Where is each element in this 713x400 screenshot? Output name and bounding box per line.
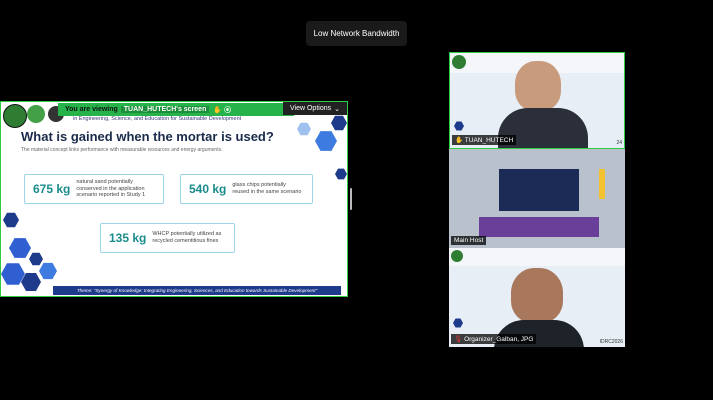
slide-header: in Engineering, Science, and Education f… xyxy=(73,116,242,122)
tile-corner-text: 24 xyxy=(616,140,622,146)
conference-logo xyxy=(451,250,463,262)
hex-decoration xyxy=(39,262,57,280)
hex-decoration xyxy=(315,131,337,151)
network-toast: Low Network Bandwidth xyxy=(306,21,407,46)
mic-muted-icon: 🎙 xyxy=(454,336,463,343)
view-options-button[interactable]: View Options ⌄ xyxy=(283,102,347,115)
viewing-banner: You are viewing TUAN_HUTECH's screen ✋ ⦿ xyxy=(58,103,294,116)
chevron-down-icon: ⌄ xyxy=(334,105,340,113)
participant-name: Organizer_Galban, JPG xyxy=(464,336,534,343)
participant-name: Main Host xyxy=(454,237,484,244)
splitter-handle[interactable] xyxy=(350,188,352,210)
stat-desc: glass chips potentially reused in the sa… xyxy=(232,182,302,195)
stat-card: 540 kg glass chips potentially reused in… xyxy=(180,174,313,204)
tile-corner-text: IDRC2026 xyxy=(599,339,623,345)
tile-banner xyxy=(449,248,625,266)
hex-decoration xyxy=(3,212,19,228)
hand-icon: ✋ xyxy=(455,137,464,144)
stage-screen xyxy=(499,169,579,211)
banner-icons: ✋ ⦿ xyxy=(213,106,232,114)
hex-decoration xyxy=(454,121,464,131)
tile-flag xyxy=(599,169,605,199)
participant-video xyxy=(511,268,563,323)
video-tile-organizer[interactable]: IDRC2026 🎙 Organizer_Galban, JPG xyxy=(449,248,625,347)
conference-logo xyxy=(3,104,27,128)
hex-decoration xyxy=(335,168,347,180)
viewing-prefix: You are viewing xyxy=(65,106,118,113)
participant-label: ✋ TUAN_HUTECH xyxy=(452,135,517,145)
hex-decoration xyxy=(297,122,311,136)
video-tile-main-host[interactable]: Main Host xyxy=(449,149,625,248)
university-logo xyxy=(27,105,45,123)
stat-value: 135 kg xyxy=(109,231,147,245)
slide-title: What is gained when the mortar is used? xyxy=(21,129,274,144)
slide-subtitle: The material concept links performance w… xyxy=(21,147,223,153)
toast-text: Low Network Bandwidth xyxy=(313,29,400,38)
stat-desc: WHCP potentially utilized as recycled ce… xyxy=(152,231,222,244)
stat-card: 675 kg natural sand potentially conserve… xyxy=(24,174,164,204)
conference-logo xyxy=(452,55,466,69)
hex-decoration xyxy=(453,318,463,328)
stage-banner xyxy=(479,217,599,237)
hex-decoration xyxy=(29,252,43,266)
presenter-name: TUAN_HUTECH's screen xyxy=(120,106,210,113)
theme-banner: Theme: "Synergy of Knowledge: Integratin… xyxy=(53,286,341,295)
participant-label: Main Host xyxy=(451,236,487,245)
participant-name: TUAN_HUTECH xyxy=(464,137,514,144)
stat-value: 675 kg xyxy=(33,182,71,196)
stat-card: 135 kg WHCP potentially utilized as recy… xyxy=(100,223,235,253)
shared-screen[interactable]: You are viewing TUAN_HUTECH's screen ✋ ⦿… xyxy=(0,101,348,297)
video-tile-tuan[interactable]: 24 ✋ TUAN_HUTECH xyxy=(449,52,625,149)
hex-decoration xyxy=(331,115,347,131)
view-options-label: View Options xyxy=(290,105,332,112)
participant-video xyxy=(515,61,561,111)
participant-label: 🎙 Organizer_Galban, JPG xyxy=(451,334,537,344)
stat-desc: natural sand potentially conserved in th… xyxy=(76,178,146,199)
stat-value: 540 kg xyxy=(189,182,227,196)
hex-decoration xyxy=(9,238,31,258)
